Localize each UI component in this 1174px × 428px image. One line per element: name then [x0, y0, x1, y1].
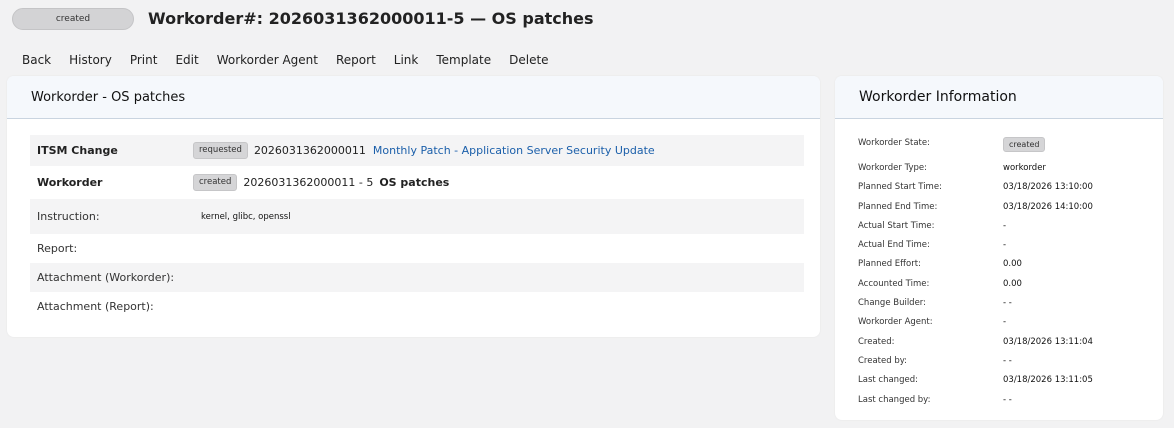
report-row: Report: — [30, 234, 804, 263]
info-list: Workorder State: created Workorder Type:… — [858, 135, 1158, 411]
info-value: workorder — [1003, 163, 1046, 173]
workorder-value: created 2026031362000011 - 5 OS patches — [193, 166, 449, 199]
info-value: - - — [1003, 394, 1012, 405]
info-value: 0.00 — [1003, 259, 1022, 270]
info-value: 03/18/2026 13:10:00 — [1003, 182, 1093, 193]
menu-workorder-agent[interactable]: Workorder Agent — [217, 53, 318, 67]
info-row: Actual End Time: - — [858, 237, 1158, 256]
info-panel-title: Workorder Information — [859, 89, 1017, 105]
menu-report[interactable]: Report — [336, 53, 376, 67]
menu-edit[interactable]: Edit — [175, 53, 198, 67]
instruction-value: kernel, glibc, openssl — [193, 199, 291, 234]
itsm-change-label: ITSM Change — [37, 144, 118, 157]
info-row: Created: 03/18/2026 13:11:04 — [858, 334, 1158, 353]
info-row: Change Builder: - - — [858, 295, 1158, 314]
info-key: Last changed: — [858, 375, 918, 386]
report-label: Report: — [37, 242, 78, 255]
menu-print[interactable]: Print — [130, 53, 158, 67]
instruction-label: Instruction: — [37, 210, 100, 223]
change-number: 2026031362000011 — [253, 144, 366, 157]
action-menu: Back History Print Edit Workorder Agent … — [22, 53, 567, 67]
workorder-panel: Workorder - OS patches ITSM Change reque… — [7, 76, 820, 337]
workorder-panel-header: Workorder - OS patches — [7, 76, 820, 119]
info-row: Actual Start Time: - — [858, 218, 1158, 237]
info-value: created — [1003, 137, 1046, 153]
info-key: Workorder State: — [858, 138, 930, 148]
menu-link[interactable]: Link — [394, 53, 419, 67]
change-title-link[interactable]: Monthly Patch - Application Server Secur… — [373, 144, 655, 157]
workorder-details: ITSM Change requested 2026031362000011 M… — [30, 135, 804, 321]
info-value: - — [1003, 240, 1007, 251]
workorder-state-badge: created — [1003, 137, 1046, 152]
info-key: Change Builder: — [858, 298, 927, 309]
info-key: Accounted Time: — [858, 278, 930, 289]
menu-history[interactable]: History — [69, 53, 112, 67]
info-row: Workorder Type: workorder — [858, 160, 1158, 179]
menu-delete[interactable]: Delete — [509, 53, 548, 67]
menu-back[interactable]: Back — [22, 53, 51, 67]
attachment-workorder-label: Attachment (Workorder): — [37, 271, 175, 284]
info-key: Workorder Type: — [858, 163, 927, 173]
workorder-state-badge: created — [193, 174, 238, 191]
info-value: - — [1003, 220, 1007, 231]
info-value: 0.00 — [1003, 278, 1022, 289]
info-row: Last changed: 03/18/2026 13:11:05 — [858, 372, 1158, 391]
info-key: Created by: — [858, 355, 908, 366]
info-value: - - — [1003, 298, 1012, 309]
workorder-information-panel: Workorder Information Workorder State: c… — [835, 76, 1163, 420]
workorder-panel-title: Workorder - OS patches — [31, 90, 186, 105]
info-row-state: Workorder State: created — [858, 135, 1158, 160]
page-title: Workorder#: 2026031362000011-5 — OS patc… — [148, 9, 594, 28]
itsm-change-row: ITSM Change requested 2026031362000011 M… — [30, 135, 804, 166]
info-panel-header: Workorder Information — [835, 76, 1163, 119]
workorder-number: 2026031362000011 - 5 — [243, 176, 374, 189]
workorder-state-pill: created — [12, 8, 134, 30]
info-row: Created by: - - — [858, 353, 1158, 372]
info-key: Actual Start Time: — [858, 220, 935, 231]
info-key: Actual End Time: — [858, 240, 930, 251]
attachment-report-row: Attachment (Report): — [30, 292, 804, 321]
instruction-row: Instruction: kernel, glibc, openssl — [30, 199, 804, 234]
info-key: Last changed by: — [858, 394, 931, 405]
info-row: Planned Start Time: 03/18/2026 13:10:00 — [858, 179, 1158, 198]
info-key: Workorder Agent: — [858, 317, 933, 328]
workorder-label: Workorder — [37, 176, 103, 189]
info-value: 03/18/2026 13:11:04 — [1003, 336, 1093, 347]
info-row: Accounted Time: 0.00 — [858, 276, 1158, 295]
info-value: - - — [1003, 355, 1012, 366]
workorder-row: Workorder created 2026031362000011 - 5 O… — [30, 166, 804, 199]
attachment-report-label: Attachment (Report): — [37, 300, 154, 313]
info-row: Planned Effort: 0.00 — [858, 256, 1158, 275]
info-value: - — [1003, 317, 1007, 328]
change-state-badge: requested — [193, 142, 248, 159]
menu-template[interactable]: Template — [436, 53, 491, 67]
instruction-text: kernel, glibc, openssl — [201, 211, 291, 222]
workorder-title: OS patches — [379, 176, 450, 189]
info-row: Workorder Agent: - — [858, 314, 1158, 333]
info-value: 03/18/2026 14:10:00 — [1003, 201, 1093, 212]
info-row: Last changed by: - - — [858, 392, 1158, 411]
info-key: Planned End Time: — [858, 201, 938, 212]
attachment-workorder-row: Attachment (Workorder): — [30, 263, 804, 292]
itsm-change-value: requested 2026031362000011 Monthly Patch… — [193, 135, 655, 166]
info-key: Planned Effort: — [858, 259, 921, 270]
info-value: 03/18/2026 13:11:05 — [1003, 375, 1093, 386]
info-row: Planned End Time: 03/18/2026 14:10:00 — [858, 199, 1158, 218]
info-key: Planned Start Time: — [858, 182, 942, 193]
info-key: Created: — [858, 336, 895, 347]
